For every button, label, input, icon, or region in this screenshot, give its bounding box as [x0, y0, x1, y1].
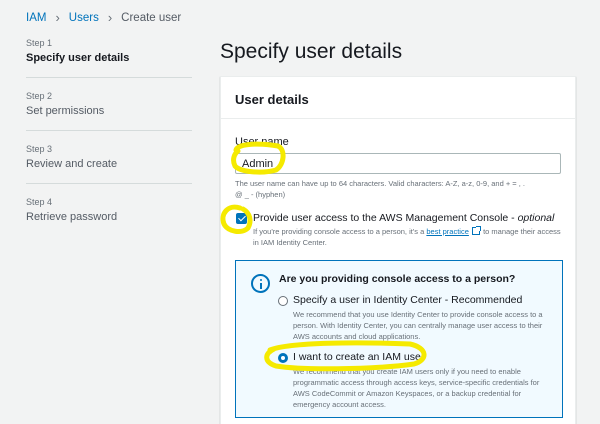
breadcrumb-users-link[interactable]: Users	[69, 12, 99, 24]
step-label: Specify user details	[26, 52, 130, 64]
identity-center-label[interactable]: Specify a user in Identity Center - Reco…	[293, 294, 522, 306]
desc-before: If you're providing console access to a …	[253, 227, 427, 236]
step-number: Step 3	[26, 144, 53, 154]
constraint-line: The user name can have up to 64 characte…	[235, 179, 526, 188]
iam-user-description: We recommend that you create IAM users o…	[293, 367, 540, 409]
console-access-text: Provide user access to the AWS Managemen…	[253, 212, 518, 224]
chevron-right-icon: ›	[55, 10, 60, 25]
username-label: User name	[235, 136, 289, 148]
info-icon	[251, 274, 270, 293]
step-label: Set permissions	[26, 105, 105, 117]
username-input[interactable]	[235, 153, 561, 174]
breadcrumb-current: Create user	[121, 11, 182, 24]
step-label: Retrieve password	[26, 211, 118, 223]
iam-user-label[interactable]: I want to create an IAM user	[293, 351, 424, 363]
identity-center-radio[interactable]	[278, 296, 288, 306]
step-1: Step 1 Specify user details	[26, 38, 192, 78]
step-3: Step 3 Review and create	[26, 144, 192, 184]
step-label: Review and create	[26, 158, 118, 170]
breadcrumb-iam-link[interactable]: IAM	[26, 12, 46, 24]
page-title: Specify user details	[220, 40, 403, 63]
chevron-right-icon: ›	[107, 10, 113, 25]
console-access-description: If you're providing console access to a …	[253, 226, 563, 249]
console-person-info-box: Are you providing console access to a pe…	[235, 260, 563, 418]
user-details-panel: User details User name The user name can…	[220, 76, 576, 424]
external-link-icon	[472, 226, 481, 235]
best-practice-link[interactable]: best practice	[426, 227, 469, 236]
console-access-label[interactable]: Provide user access to the AWS Managemen…	[253, 212, 554, 224]
wizard-steps: Step 1 Specify user details Step 2 Set p…	[26, 38, 192, 249]
step-number: Step 2	[26, 91, 53, 101]
breadcrumb: IAM › Users › Create user	[26, 10, 181, 25]
checkbox-checked-icon[interactable]	[236, 213, 247, 224]
optional-text: optional	[517, 212, 555, 224]
identity-center-description: We recommend that you use Identity Cente…	[293, 310, 543, 341]
iam-user-radio[interactable]	[278, 353, 288, 363]
step-2: Step 2 Set permissions	[26, 91, 192, 131]
step-number: Step 4	[26, 197, 53, 207]
panel-title: User details	[221, 77, 575, 119]
info-title: Are you providing console access to a pe…	[279, 273, 516, 285]
step-number: Step 1	[26, 38, 53, 48]
step-4: Step 4 Retrieve password	[26, 197, 192, 236]
username-constraint: The user name can have up to 64 characte…	[235, 179, 575, 201]
constraint-line: @ _ - (hyphen)	[235, 189, 286, 199]
